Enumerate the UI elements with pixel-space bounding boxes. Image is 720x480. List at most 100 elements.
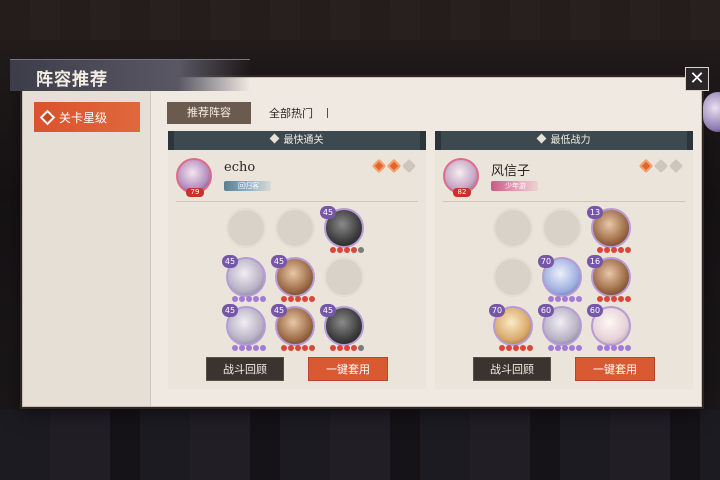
player-name: 风信子 — [491, 164, 531, 179]
dialog-title: 阵容推荐 — [36, 70, 108, 90]
star-pip-icon — [351, 247, 357, 253]
star-pip-icon — [576, 345, 582, 351]
star-pip-icon — [281, 345, 287, 351]
star-pip-icon — [302, 296, 308, 302]
hero-portrait[interactable]: 60 — [587, 304, 631, 351]
hero-level-badge: 45 — [271, 304, 287, 317]
stage-stars-label: 关卡星级 — [59, 110, 108, 125]
star-pip-icon — [611, 345, 617, 351]
card-divider — [176, 201, 418, 202]
card-divider — [443, 201, 685, 202]
star-rating — [638, 158, 684, 174]
hero-portrait[interactable]: 13 — [587, 206, 631, 253]
hero-star-pips — [330, 345, 364, 351]
star-pip-icon — [351, 345, 357, 351]
star-pip-icon — [260, 296, 266, 302]
lineup-card-lowest-power: 最低战力 82 风信子 少年游 13 70 16 70 60 60 战斗回顾 一键套用 — [435, 131, 693, 389]
star-pip-icon — [344, 345, 350, 351]
empty-hero-slot[interactable] — [542, 208, 582, 248]
star-pip-icon — [618, 296, 624, 302]
star-pip-icon — [618, 345, 624, 351]
star-pip-icon — [246, 296, 252, 302]
star-pip-icon — [506, 345, 512, 351]
battle-replay-button[interactable]: 战斗回顾 — [473, 357, 551, 381]
stage-stars-button[interactable]: 关卡星级 — [34, 102, 140, 132]
star-pip-icon — [611, 247, 617, 253]
empty-hero-slot[interactable] — [493, 257, 533, 297]
star-pip-icon — [597, 296, 603, 302]
star-pip-icon — [625, 345, 631, 351]
star-pip-icon — [597, 345, 603, 351]
hero-level-badge: 60 — [587, 304, 603, 317]
hero-level-badge: 45 — [271, 255, 287, 268]
star-pip-icon — [604, 345, 610, 351]
hero-portrait[interactable]: 70 — [489, 304, 533, 351]
hero-portrait[interactable]: 60 — [538, 304, 582, 351]
hero-star-pips — [232, 345, 266, 351]
sidebar: 关卡星级 — [23, 78, 151, 406]
star-pip-icon — [232, 296, 238, 302]
star-pip-icon — [569, 296, 575, 302]
hero-star-pips — [499, 345, 533, 351]
tab-recommended[interactable]: 推荐阵容 — [167, 102, 251, 124]
hero-portrait[interactable]: 45 — [271, 255, 315, 302]
card-header: 最快通关 — [168, 131, 426, 150]
tab-all-popular[interactable]: 全部热门 — [269, 105, 313, 121]
star-pip-icon — [618, 247, 624, 253]
hero-portrait[interactable]: 45 — [271, 304, 315, 351]
star-pip-icon — [520, 345, 526, 351]
hero-portrait[interactable]: 45 — [320, 206, 364, 253]
star-pip-icon — [562, 296, 568, 302]
hero-star-pips — [281, 345, 315, 351]
close-button[interactable]: ✕ — [685, 67, 709, 91]
star-pip-icon — [576, 296, 582, 302]
hero-portrait[interactable]: 70 — [538, 255, 582, 302]
star-pip-icon — [309, 296, 315, 302]
star-pip-icon — [253, 345, 259, 351]
hero-star-pips — [597, 247, 631, 253]
hero-portrait[interactable]: 45 — [222, 255, 266, 302]
apply-lineup-button[interactable]: 一键套用 — [575, 357, 655, 381]
dialog-title-bar: 阵容推荐 — [10, 59, 250, 91]
hero-level-badge: 45 — [320, 206, 336, 219]
star-pip-icon — [499, 345, 505, 351]
hero-star-pips — [597, 345, 631, 351]
star-gem-icon — [386, 158, 402, 174]
side-character-avatar[interactable] — [703, 92, 720, 132]
empty-hero-slot[interactable] — [226, 208, 266, 248]
hero-portrait[interactable]: 16 — [587, 255, 631, 302]
star-gem-icon — [638, 158, 654, 174]
hero-star-pips — [330, 247, 364, 253]
lineup-tabs: 推荐阵容 全部热门 — [167, 102, 328, 124]
star-pip-icon — [288, 345, 294, 351]
hero-portrait[interactable]: 45 — [222, 304, 266, 351]
empty-hero-slot[interactable] — [324, 257, 364, 297]
star-gem-icon — [401, 158, 417, 174]
diamond-icon — [39, 109, 56, 125]
star-pip-icon — [604, 247, 610, 253]
hero-star-pips — [597, 296, 631, 302]
hero-level-badge: 45 — [320, 304, 336, 317]
hero-portrait[interactable]: 45 — [320, 304, 364, 351]
formation-grid: 13 70 16 70 60 60 — [489, 206, 633, 354]
star-pip-icon — [555, 296, 561, 302]
diamond-icon — [536, 133, 546, 144]
star-pip-icon — [260, 345, 266, 351]
star-pip-icon — [548, 345, 554, 351]
empty-hero-slot[interactable] — [493, 208, 533, 248]
star-pip-icon — [548, 296, 554, 302]
star-pip-icon — [597, 247, 603, 253]
star-pip-icon — [358, 247, 364, 253]
hero-level-badge: 16 — [587, 255, 603, 268]
star-pip-icon — [295, 345, 301, 351]
star-gem-icon — [371, 158, 387, 174]
card-header-label: 最快通关 — [283, 135, 324, 146]
star-pip-icon — [611, 296, 617, 302]
player-name: echo — [224, 160, 256, 175]
star-pip-icon — [239, 345, 245, 351]
empty-hero-slot[interactable] — [275, 208, 315, 248]
apply-lineup-button[interactable]: 一键套用 — [308, 357, 388, 381]
star-pip-icon — [625, 247, 631, 253]
battle-replay-button[interactable]: 战斗回顾 — [206, 357, 284, 381]
star-pip-icon — [604, 296, 610, 302]
